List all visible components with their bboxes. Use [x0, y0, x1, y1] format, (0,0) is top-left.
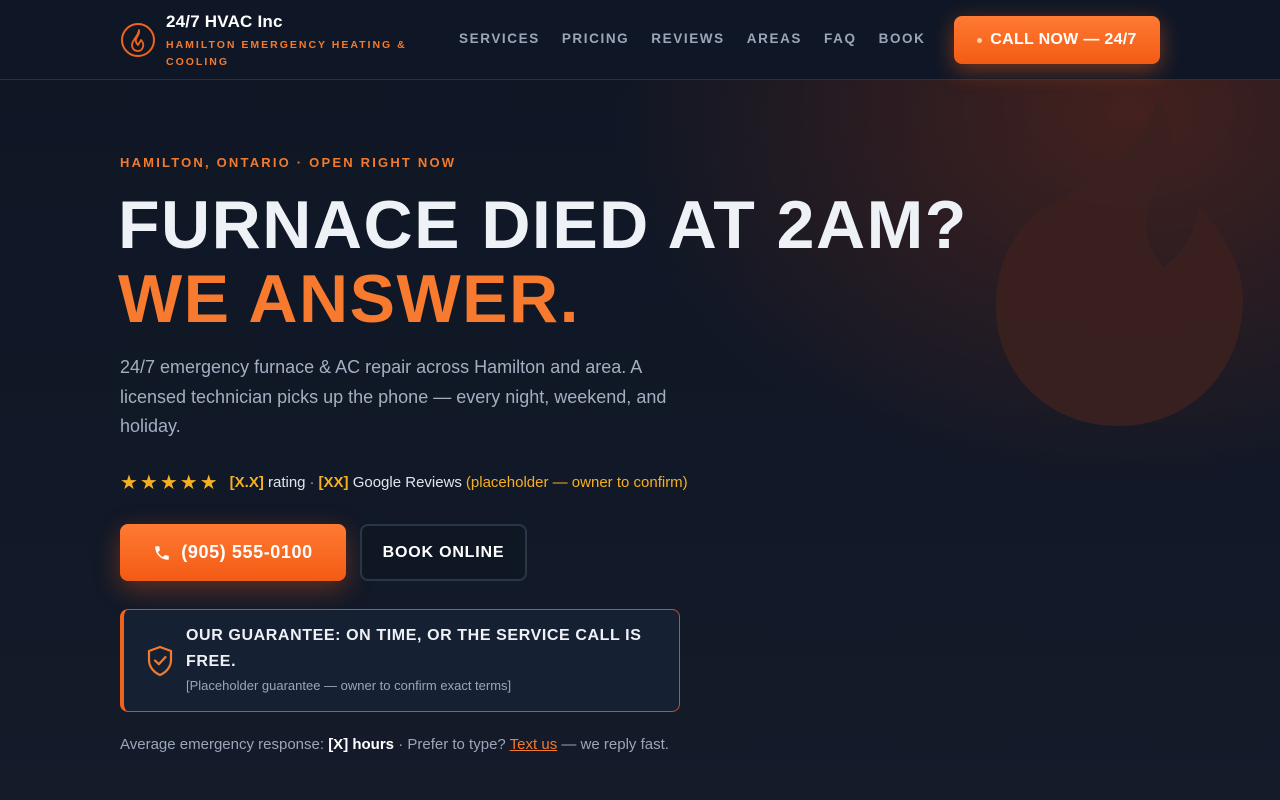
rating-summary: ★★★★★ [X.X] rating · [XX] Google Reviews… — [120, 470, 688, 495]
phone-call-button[interactable]: (905) 555-0100 — [120, 524, 346, 581]
nav-item-areas[interactable]: AREAS — [747, 31, 802, 47]
hero-headline-line2: WE ANSWER. — [118, 261, 581, 337]
rating-score-suffix: rating — [268, 474, 306, 491]
hero-subtext: 24/7 emergency furnace & AC repair acros… — [120, 357, 667, 436]
response-middle: · Prefer to type? — [398, 736, 506, 753]
review-count-suffix: Google Reviews — [352, 474, 462, 491]
review-count: [XX] — [318, 474, 349, 491]
guarantee-card: OUR GUARANTEE: ON TIME, OR THE SERVICE C… — [120, 609, 680, 712]
phone-icon — [155, 545, 169, 560]
text-us-link[interactable]: Text us — [510, 736, 558, 753]
book-online-label: BOOK ONLINE — [382, 543, 505, 561]
brand[interactable]: 24/7 HVAC Inc HAMILTON EMERGENCY HEATING… — [120, 12, 416, 71]
response-time: [X] hours — [328, 736, 395, 753]
rating-separator: · — [309, 474, 315, 491]
star-rating-icon: ★★★★★ — [120, 472, 220, 494]
response-suffix: — we reply fast. — [561, 736, 669, 753]
guarantee-title: OUR GUARANTEE: ON TIME, OR THE SERVICE C… — [186, 627, 642, 670]
response-prefix: Average emergency response: — [120, 736, 325, 753]
rating-score: [X.X] — [229, 474, 264, 491]
nav-item-book[interactable]: BOOK — [879, 31, 926, 47]
nav-item-reviews[interactable]: REVIEWS — [651, 31, 724, 47]
shield-check-icon — [147, 645, 173, 677]
response-info: Average emergency response: [X] hours · … — [120, 736, 669, 753]
rating-note: (placeholder — owner to confirm) — [465, 474, 688, 491]
book-online-button[interactable]: BOOK ONLINE — [360, 524, 527, 581]
nav-item-faq[interactable]: FAQ — [824, 31, 857, 47]
site-header: 24/7 HVAC Inc HAMILTON EMERGENCY HEATING… — [0, 0, 1280, 80]
call-now-button[interactable]: CALL NOW — 24/7 — [954, 16, 1160, 64]
live-dot-icon — [977, 37, 983, 43]
brand-name: 24/7 HVAC Inc — [166, 12, 283, 31]
brand-tagline: HAMILTON EMERGENCY HEATING & COOLING — [166, 39, 407, 68]
hero-headline-line1: FURNACE DIED AT 2AM? — [118, 187, 968, 263]
guarantee-note: [Placeholder guarantee — owner to confir… — [186, 678, 512, 693]
nav-item-pricing[interactable]: PRICING — [562, 31, 629, 47]
flame-icon — [996, 100, 1244, 426]
main-nav: SERVICES PRICING REVIEWS AREAS FAQ BOOK — [459, 31, 948, 47]
page: 24/7 HVAC Inc HAMILTON EMERGENCY HEATING… — [0, 0, 1280, 800]
call-now-label: CALL NOW — 24/7 — [990, 31, 1137, 48]
hero-eyebrow: HAMILTON, ONTARIO · OPEN RIGHT NOW — [120, 155, 457, 170]
flame-icon — [121, 23, 155, 57]
phone-number-label: (905) 555-0100 — [181, 542, 313, 562]
nav-item-services[interactable]: SERVICES — [459, 31, 540, 47]
